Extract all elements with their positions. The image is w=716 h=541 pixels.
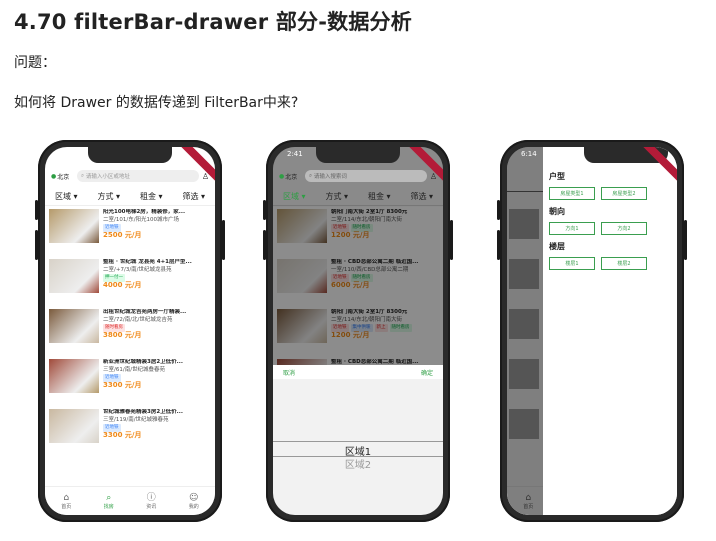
- location-pin-icon: ●: [279, 172, 285, 180]
- city-label: 北京: [57, 173, 70, 181]
- phone-home-list: ● 北京 ⌕ 请输入小区或地址 ♙ 区域 ▾ 方式 ▾ 租金 ▾ 筛选 ▾ 阳光1…: [35, 140, 225, 522]
- area-picker[interactable]: 区域1 区域2: [273, 379, 443, 515]
- location-pin-icon: ●: [51, 172, 57, 180]
- house-thumbnail: [49, 259, 99, 293]
- question-text: 如何将 Drawer 的数据传递到 FilterBar中来?: [14, 95, 299, 111]
- status-time: 6:14: [521, 150, 537, 158]
- notch: [316, 147, 400, 163]
- bottom-tabbar: ⌂ 首页 ⌕ 找房 ⓘ 资讯 ☺ 我的: [45, 486, 215, 515]
- filter-area[interactable]: 区域 ▾: [283, 191, 306, 205]
- list-item[interactable]: 出租世纪城龙吉苑两房一厅精装... 二室/72/南/北/世纪城龙吉苑 随时看房 380…: [45, 307, 215, 357]
- tab-search[interactable]: ⌕ 找房: [104, 487, 114, 515]
- tab-info[interactable]: ⓘ资讯: [146, 487, 156, 515]
- house-list: 阳光100电梯2房，精装修，家... 二室/101/东/阳光100城市广场 近地铁 2…: [45, 207, 215, 457]
- house-desc: 三室/61/南/世纪城叠春苑: [103, 366, 166, 373]
- phone-picker: 2:41 ● 北京 ⌕ 请输入搜索词 ♙ 区域 ▾ 方式 ▾ 租金 ▾ 筛选 ▾ …: [263, 140, 453, 522]
- tab-label: 我的: [188, 503, 199, 510]
- house-title: 阳光100电梯2房，精装修，家...: [103, 209, 186, 215]
- house-price: 3300 元/月: [103, 430, 142, 439]
- cancel-button[interactable]: 取消: [283, 368, 295, 377]
- phone-screen: ● 北京 ⌕ 请输入小区或地址 ♙ 区域 ▾ 方式 ▾ 租金 ▾ 筛选 ▾ 阳光1…: [45, 147, 215, 515]
- search-input[interactable]: ⌕ 请输入搜索词: [305, 170, 427, 182]
- modal-overlay[interactable]: [273, 207, 443, 365]
- confirm-button[interactable]: 确定: [421, 368, 433, 377]
- house-info: 阳光100电梯2房，精装修，家... 二室/101/东/阳光100城市广场 近地铁 2…: [103, 209, 211, 255]
- tab-label: 找房: [103, 503, 114, 510]
- city-selector[interactable]: ● 北京: [279, 172, 305, 181]
- profile-icon: ☺: [189, 492, 199, 503]
- tab-home[interactable]: ⌂首页: [61, 487, 71, 515]
- filter-chip[interactable]: 方向2: [601, 222, 647, 235]
- house-desc: 二室/+7/3/南/世纪城龙县苑: [103, 266, 172, 273]
- house-thumbnail: [49, 209, 99, 243]
- drawer-section-title: 楼层: [549, 242, 565, 251]
- filter-chip[interactable]: 房屋类型2: [601, 187, 647, 200]
- filter-drawer: 户型房屋类型1 房屋类型2 朝向方向1 方向2 楼层楼层1 楼层2: [543, 147, 677, 515]
- house-title: 世纪城雅春苑精装3房2卫低价...: [103, 409, 183, 415]
- tab-label: 资讯: [146, 503, 157, 510]
- drawer-scrim[interactable]: [507, 147, 543, 515]
- house-thumbnail: [49, 309, 99, 343]
- house-info: 出租世纪城龙吉苑两房一厅精装... 二室/72/南/北/世纪城龙吉苑 随时看房 380…: [103, 309, 211, 355]
- filter-chip[interactable]: 楼层1: [549, 257, 595, 270]
- filter-more[interactable]: 筛选 ▾: [182, 191, 205, 205]
- house-desc: 三室/119/南/世纪城雅春苑: [103, 416, 169, 423]
- house-title: 出租世纪城龙吉苑两房一厅精装...: [103, 309, 187, 315]
- filter-chip[interactable]: 方向1: [549, 222, 595, 235]
- list-item[interactable]: 新亚洲世纪城精装3居2卫低价... 三室/61/南/世纪城叠春苑 近地铁 3300 元…: [45, 357, 215, 407]
- drawer-chip-group: 房屋类型1 房屋类型2: [549, 187, 677, 200]
- search-row: ● 北京 ⌕ 请输入搜索词 ♙: [279, 169, 437, 183]
- house-price: 3800 元/月: [103, 330, 142, 339]
- house-price: 4000 元/月: [103, 280, 142, 289]
- city-label: 北京: [285, 173, 298, 181]
- house-title: 整租 · 世纪城 龙县苑 4+1层户型...: [103, 259, 192, 265]
- drawer-section-title: 户型: [549, 172, 565, 181]
- status-time: 2:41: [287, 150, 303, 158]
- phone-drawer: 6:14 户型房屋类型1房屋类型2朝向方向1方向2楼层楼层1楼层2 ⌂首页⌕搜索…: [497, 140, 687, 522]
- tab-profile[interactable]: ☺我的: [189, 487, 199, 515]
- phone-screen: 2:41 ● 北京 ⌕ 请输入搜索词 ♙ 区域 ▾ 方式 ▾ 租金 ▾ 筛选 ▾ …: [273, 147, 443, 515]
- list-item[interactable]: 世纪城雅春苑精装3房2卫低价... 三室/119/南/世纪城雅春苑 近地铁 3300 …: [45, 407, 215, 457]
- filter-mode[interactable]: 方式 ▾: [325, 191, 348, 205]
- home-icon: ⌂: [63, 492, 70, 503]
- tab-label: 首页: [61, 503, 72, 510]
- phone-screen: 6:14 户型房屋类型1房屋类型2朝向方向1方向2楼层楼层1楼层2 ⌂首页⌕搜索…: [507, 147, 677, 515]
- search-placeholder: 请输入小区或地址: [85, 174, 130, 180]
- house-thumbnail: [49, 359, 99, 393]
- house-price: 3300 元/月: [103, 380, 142, 389]
- filter-chip[interactable]: 房屋类型1: [549, 187, 595, 200]
- house-thumbnail: [49, 409, 99, 443]
- house-price: 2500 元/月: [103, 230, 142, 239]
- search-input[interactable]: ⌕ 请输入小区或地址: [77, 170, 199, 182]
- question-label: 问题：: [14, 55, 56, 71]
- filter-more[interactable]: 筛选 ▾: [410, 191, 433, 205]
- filter-bar: 区域 ▾ 方式 ▾ 租金 ▾ 筛选 ▾: [273, 191, 443, 206]
- picker-option-next[interactable]: 区域2: [273, 456, 443, 471]
- filter-rent[interactable]: 租金 ▾: [368, 191, 391, 205]
- notch: [88, 147, 172, 163]
- filter-rent[interactable]: 租金 ▾: [140, 191, 163, 205]
- page-title: 4.70 filterBar-drawer 部分-数据分析: [14, 10, 412, 34]
- house-desc: 二室/101/东/阳光100城市广场: [103, 216, 180, 223]
- house-title: 新亚洲世纪城精装3居2卫低价...: [103, 359, 183, 365]
- search-row: ● 北京 ⌕ 请输入小区或地址 ♙: [51, 169, 209, 183]
- filter-area[interactable]: 区域 ▾: [55, 191, 78, 205]
- drawer-section-title: 朝向: [549, 207, 565, 216]
- list-item[interactable]: 整租 · 世纪城 龙县苑 4+1层户型... 二室/+7/3/南/世纪城龙县苑 押一…: [45, 257, 215, 307]
- house-info: 新亚洲世纪城精装3居2卫低价... 三室/61/南/世纪城叠春苑 近地铁 3300 元…: [103, 359, 211, 405]
- house-desc: 二室/72/南/北/世纪城龙吉苑: [103, 316, 173, 323]
- picker-toolbar: 取消 确定: [273, 365, 443, 379]
- search-placeholder: 请输入搜索词: [313, 174, 347, 180]
- filter-chip[interactable]: 楼层2: [601, 257, 647, 270]
- list-item[interactable]: 阳光100电梯2房，精装修，家... 二室/101/东/阳光100城市广场 近地铁 2…: [45, 207, 215, 257]
- house-info: 整租 · 世纪城 龙县苑 4+1层户型... 二室/+7/3/南/世纪城龙县苑 押一…: [103, 259, 211, 305]
- drawer-chip-group: 方向1 方向2: [549, 222, 677, 235]
- filter-bar: 区域 ▾ 方式 ▾ 租金 ▾ 筛选 ▾: [45, 191, 215, 206]
- drawer-chip-group: 楼层1 楼层2: [549, 257, 677, 270]
- house-info: 世纪城雅春苑精装3房2卫低价... 三室/119/南/世纪城雅春苑 近地铁 3300 …: [103, 409, 211, 455]
- info-icon: ⓘ: [146, 492, 156, 503]
- city-selector[interactable]: ● 北京: [51, 172, 77, 181]
- search-icon: ⌕: [106, 492, 112, 503]
- filter-mode[interactable]: 方式 ▾: [97, 191, 120, 205]
